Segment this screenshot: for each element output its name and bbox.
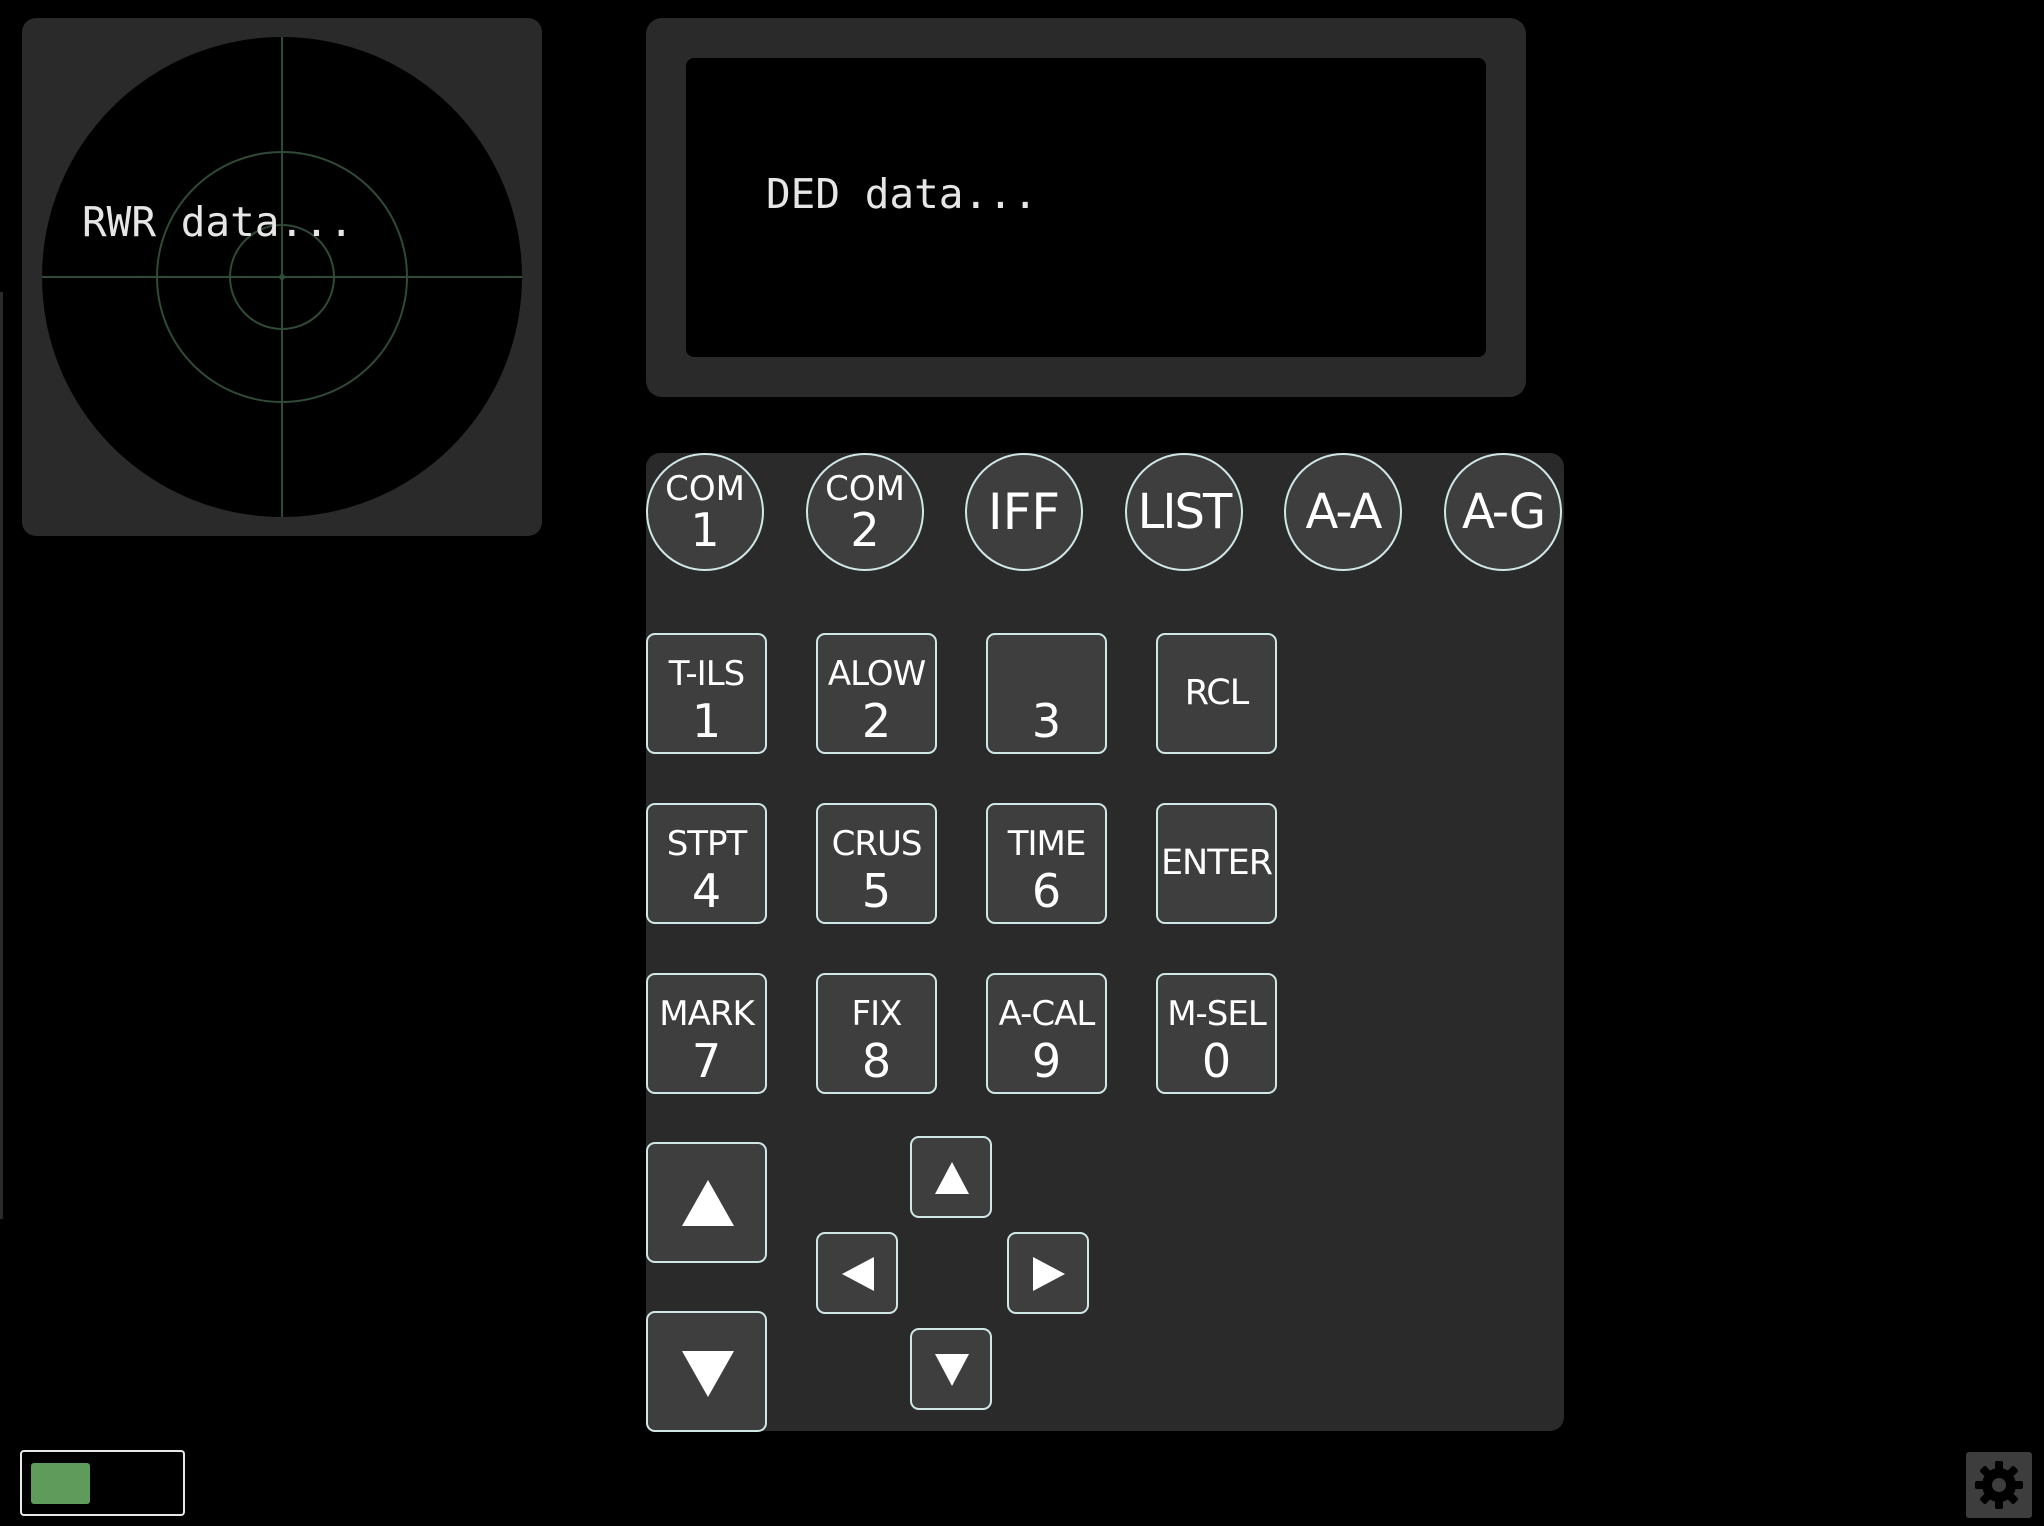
com1-bottom-label: 1 xyxy=(690,503,720,557)
key-rcl-label: RCL xyxy=(1184,673,1250,713)
list-button[interactable]: LIST xyxy=(1125,453,1243,571)
key-fix-top: FIX xyxy=(851,994,903,1034)
key-m-sel-num: 0 xyxy=(1201,1034,1232,1088)
key-time-6[interactable]: TIME 6 xyxy=(986,803,1107,924)
app-root: RWR data... DED data... COM 1 COM 2 IFF … xyxy=(0,0,2044,1526)
key-alow-2[interactable]: ALOW 2 xyxy=(816,633,937,754)
dobber-left-button[interactable] xyxy=(816,1232,898,1314)
key-crus-num: 5 xyxy=(861,864,892,918)
ded-panel: DED data... xyxy=(646,18,1526,397)
com1-top-label: COM xyxy=(665,469,745,509)
key-stpt-4[interactable]: STPT 4 xyxy=(646,803,767,924)
right-triangle-icon xyxy=(1033,1257,1065,1291)
ded-screen: DED data... xyxy=(686,58,1486,357)
rwr-scope xyxy=(42,37,522,517)
icp-keypad: COM 1 COM 2 IFF LIST A-A A-G T-ILS 1 ALO… xyxy=(646,453,1564,1432)
key-time-num: 6 xyxy=(1031,864,1062,918)
dobber-right-button[interactable] xyxy=(1007,1232,1089,1314)
list-label: LIST xyxy=(1137,484,1233,540)
down-triangle-icon xyxy=(935,1354,969,1386)
rwr-data-text: RWR data... xyxy=(82,198,354,246)
key-3-num: 3 xyxy=(1031,694,1062,748)
a-a-label: A-A xyxy=(1305,484,1383,540)
key-fix-num: 8 xyxy=(861,1034,892,1088)
panel-toggle-switch[interactable] xyxy=(20,1450,185,1516)
key-crus-top: CRUS xyxy=(831,824,923,864)
left-edge-strip xyxy=(0,292,3,1219)
toggle-indicator xyxy=(31,1463,90,1504)
iff-label: IFF xyxy=(987,483,1061,541)
down-triangle-icon xyxy=(682,1351,734,1397)
key-enter-label: ENTER xyxy=(1160,843,1273,883)
increment-button[interactable] xyxy=(646,1142,767,1263)
key-a-cal-top: A-CAL xyxy=(998,994,1096,1034)
iff-button[interactable]: IFF xyxy=(965,453,1083,571)
key-mark-num: 7 xyxy=(691,1034,722,1088)
key-m-sel-top: M-SEL xyxy=(1167,994,1267,1034)
key-t-ils-top: T-ILS xyxy=(668,654,745,694)
decrement-button[interactable] xyxy=(646,1311,767,1432)
key-crus-5[interactable]: CRUS 5 xyxy=(816,803,937,924)
a-g-label: A-G xyxy=(1461,484,1546,540)
com2-bottom-label: 2 xyxy=(850,503,880,557)
key-stpt-num: 4 xyxy=(691,864,722,918)
key-t-ils-num: 1 xyxy=(691,694,722,748)
up-triangle-icon xyxy=(935,1162,969,1194)
key-time-top: TIME xyxy=(1007,824,1087,864)
a-a-button[interactable]: A-A xyxy=(1284,453,1402,571)
key-m-sel-0[interactable]: M-SEL 0 xyxy=(1156,973,1277,1094)
key-enter[interactable]: ENTER xyxy=(1156,803,1277,924)
key-a-cal-num: 9 xyxy=(1031,1034,1062,1088)
com2-top-label: COM xyxy=(825,469,905,509)
key-mark-top: MARK xyxy=(659,994,755,1034)
key-fix-8[interactable]: FIX 8 xyxy=(816,973,937,1094)
com2-button[interactable]: COM 2 xyxy=(806,453,924,571)
ded-data-text: DED data... xyxy=(766,170,1038,218)
com1-button[interactable]: COM 1 xyxy=(646,453,764,571)
key-3[interactable]: 3 xyxy=(986,633,1107,754)
key-t-ils-1[interactable]: T-ILS 1 xyxy=(646,633,767,754)
rwr-panel: RWR data... xyxy=(22,18,542,536)
a-g-button[interactable]: A-G xyxy=(1444,453,1562,571)
left-triangle-icon xyxy=(842,1257,874,1291)
key-a-cal-9[interactable]: A-CAL 9 xyxy=(986,973,1107,1094)
key-rcl[interactable]: RCL xyxy=(1156,633,1277,754)
key-stpt-top: STPT xyxy=(666,824,748,864)
key-alow-num: 2 xyxy=(861,694,892,748)
dobber-up-button[interactable] xyxy=(910,1136,992,1218)
settings-button[interactable] xyxy=(1966,1452,2032,1518)
up-triangle-icon xyxy=(682,1180,734,1226)
key-mark-7[interactable]: MARK 7 xyxy=(646,973,767,1094)
gear-icon xyxy=(1975,1461,2023,1509)
key-alow-top: ALOW xyxy=(827,654,926,694)
dobber-down-button[interactable] xyxy=(910,1328,992,1410)
